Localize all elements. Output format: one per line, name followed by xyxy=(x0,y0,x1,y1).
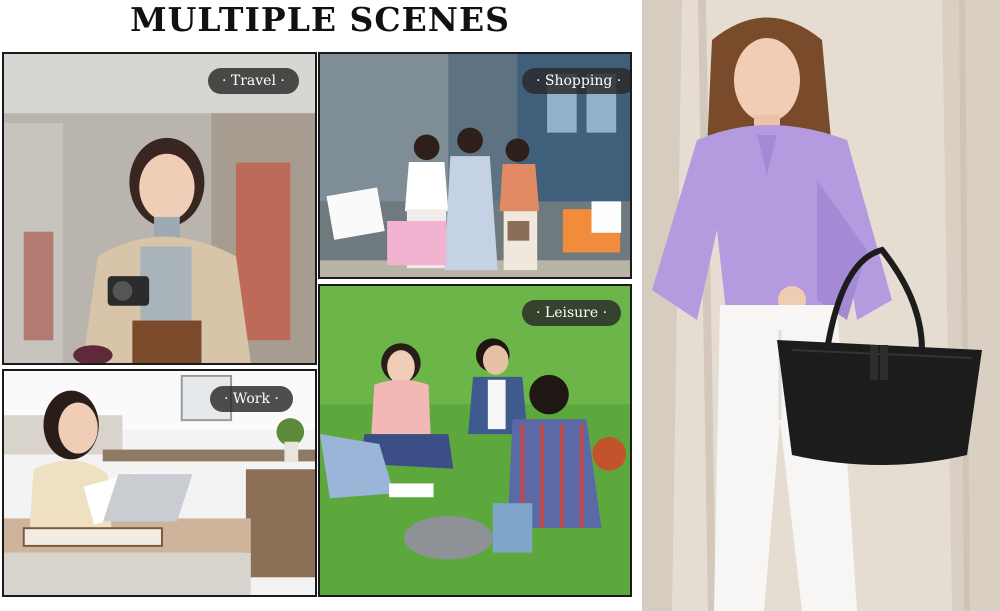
shopping-label: · Shopping · xyxy=(522,68,630,94)
page-title: MULTIPLE SCENES xyxy=(130,0,510,39)
work-label: · Work · xyxy=(210,386,293,412)
model-with-tote-bag-photo xyxy=(642,0,1000,611)
scene-work-photo: · Work · xyxy=(2,369,317,597)
scene-travel-photo: · Travel · xyxy=(2,52,317,365)
leisure-label: · Leisure · xyxy=(522,300,622,326)
travel-illustration xyxy=(4,54,315,363)
travel-label: · Travel · xyxy=(208,68,299,94)
model-illustration xyxy=(642,0,1000,611)
scene-shopping-photo: · Shopping · xyxy=(318,52,632,279)
leisure-illustration xyxy=(320,286,630,595)
scene-leisure-photo: · Leisure · xyxy=(318,284,632,597)
